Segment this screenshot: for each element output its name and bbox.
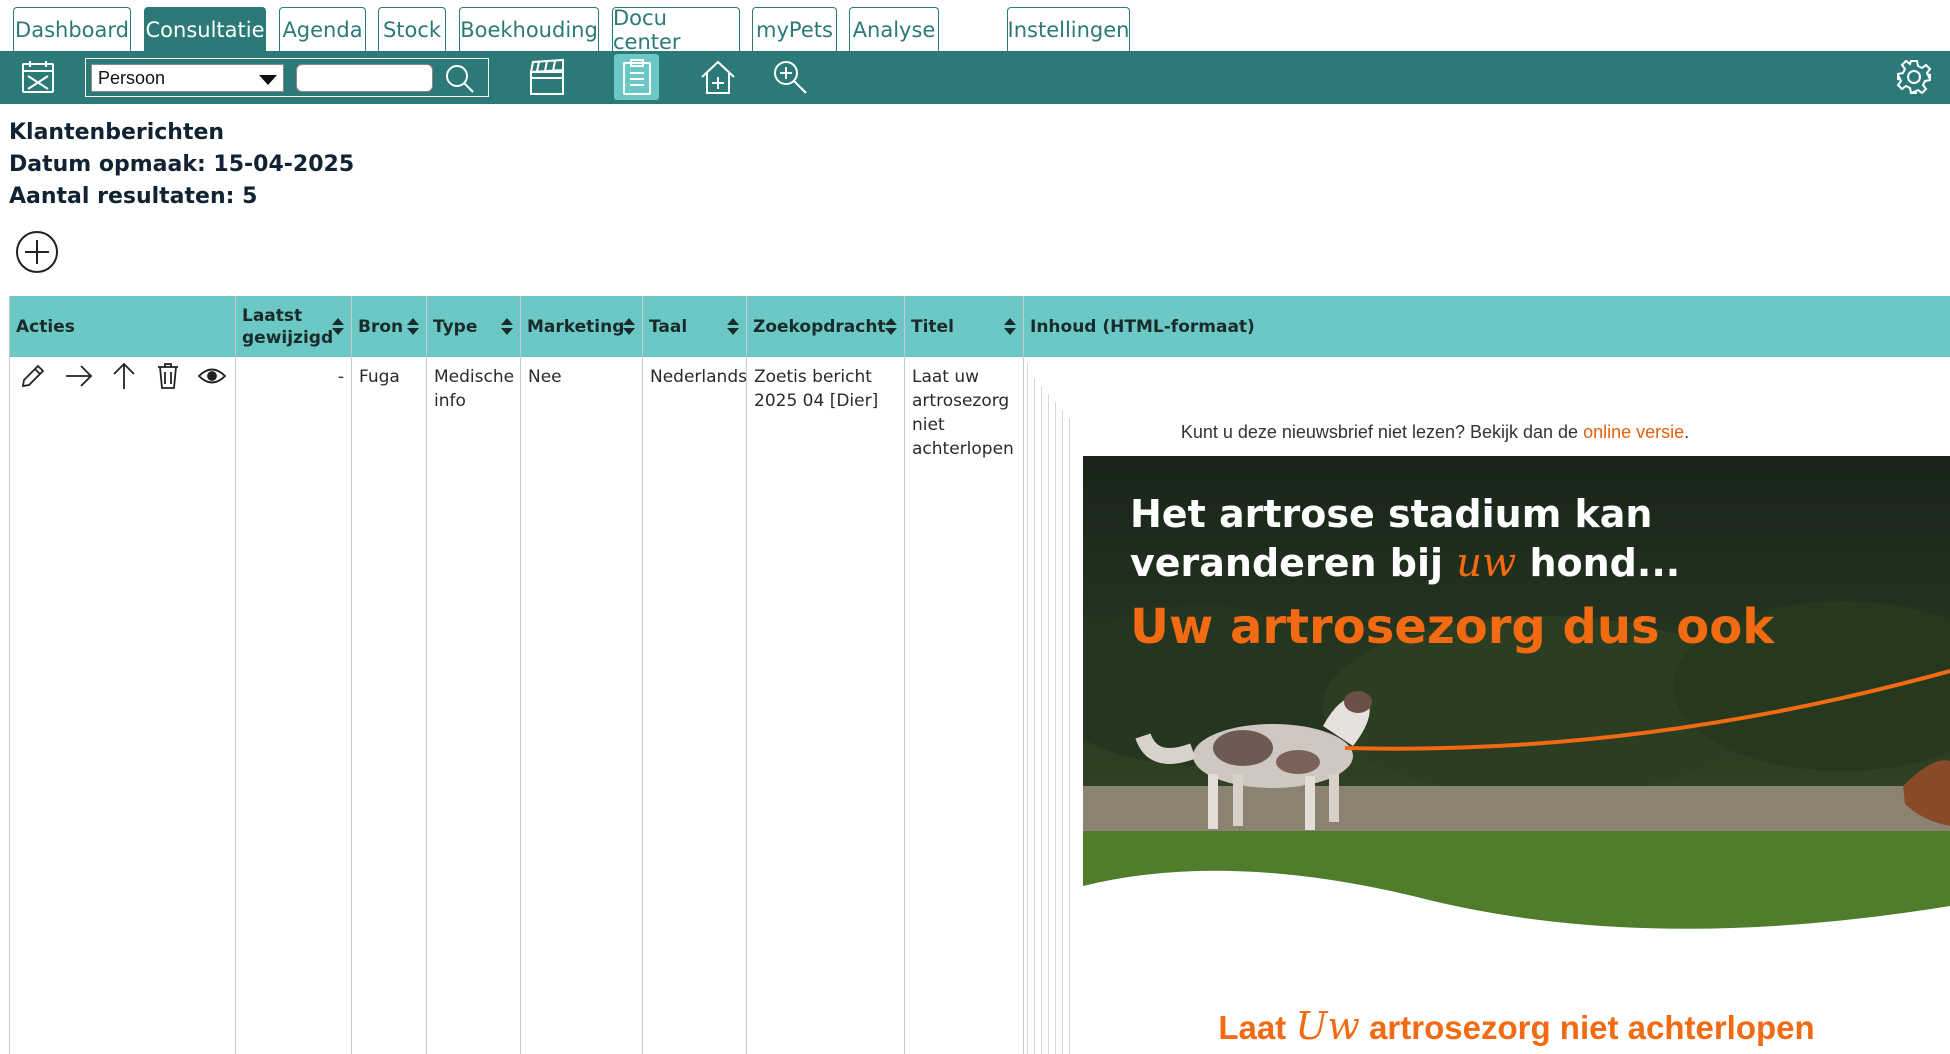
sort-icon[interactable] (501, 318, 513, 336)
gear-icon[interactable] (1894, 57, 1934, 97)
frame-edge (1041, 386, 1042, 1054)
tab-boekhouding[interactable]: Boekhouding (459, 7, 599, 51)
hero-line-2-post: hond... (1529, 541, 1681, 585)
hero-line-2-pre: veranderen bij (1130, 541, 1443, 585)
header-marketing[interactable]: Marketing (521, 296, 643, 357)
frame-edge (1048, 394, 1049, 1054)
headline-post: artrosezorg niet achterlopen (1369, 1009, 1815, 1046)
header-label: Zoekopdracht (753, 316, 886, 337)
header-label: Acties (16, 316, 75, 337)
header-label: Bron (358, 316, 404, 337)
toolbar: Persoon (0, 51, 1950, 104)
header-label: Titel (911, 316, 954, 337)
sort-icon[interactable] (332, 318, 344, 336)
hero-line-1: Het artrose stadium kan (1130, 492, 1653, 536)
add-circle-icon[interactable] (14, 229, 60, 275)
cell-marketing: Nee (528, 367, 562, 387)
tab-instellingen[interactable]: Instellingen (1007, 7, 1130, 51)
tab-mypets[interactable]: myPets (752, 7, 837, 51)
header-label: Inhoud (HTML-formaat) (1030, 316, 1255, 337)
search-group: Persoon (85, 58, 489, 97)
search-input[interactable] (296, 64, 433, 92)
cell-type: Medische info (434, 367, 515, 411)
zoom-in-icon[interactable] (770, 56, 810, 98)
newsletter-hero-image: Het artrose stadium kan veranderen bij u… (1083, 456, 1950, 953)
column-marketing (521, 296, 643, 1054)
header-acties: Acties (10, 296, 236, 357)
header-label: Marketing (527, 316, 625, 337)
sort-icon[interactable] (1004, 318, 1016, 336)
tab-agenda[interactable]: Agenda (279, 7, 366, 51)
cell-last-modified: - (337, 367, 344, 387)
header-type[interactable]: Type (427, 296, 521, 357)
frame-edge (1055, 402, 1056, 1054)
column-taal (643, 296, 747, 1054)
report-count: Aantal resultaten: 5 (9, 184, 258, 209)
search-type-value: Persoon (98, 67, 166, 88)
tab-stock[interactable]: Stock (378, 7, 446, 51)
calendar-icon[interactable] (18, 57, 58, 97)
edit-icon[interactable] (18, 360, 48, 392)
tab-dashboard[interactable]: Dashboard (13, 7, 131, 51)
frame-edge (1034, 378, 1035, 1054)
frame-edge (1069, 418, 1070, 1054)
hero-line-3: Uw artrosezorg dus ook (1130, 599, 1775, 655)
header-inhoud: Inhoud (HTML-formaat) (1024, 296, 1424, 357)
report-date: Datum opmaak: 15-04-2025 (9, 152, 355, 177)
hero-line-2: veranderen bij uw hond... (1130, 540, 1680, 586)
tab-consultatie[interactable]: Consultatie (144, 7, 266, 51)
clipboard-icon[interactable] (618, 57, 656, 97)
header-taal[interactable]: Taal (643, 296, 747, 357)
sort-icon[interactable] (407, 318, 419, 336)
trash-icon[interactable] (153, 360, 183, 392)
cell-query: Zoetis bericht 2025 04 [Dier] (754, 367, 879, 411)
sort-icon[interactable] (623, 318, 635, 336)
arrow-up-icon[interactable] (109, 360, 139, 392)
search-icon[interactable] (443, 62, 477, 96)
chevron-down-icon (259, 75, 277, 85)
header-bron[interactable]: Bron (352, 296, 427, 357)
header-zoekopdracht[interactable]: Zoekopdracht (747, 296, 905, 357)
notice-suffix: . (1684, 422, 1690, 442)
tab-docu-center[interactable]: Docu center (612, 6, 740, 54)
arrow-right-icon[interactable] (63, 360, 95, 392)
home-add-icon[interactable] (697, 55, 739, 99)
eye-icon[interactable] (196, 360, 228, 392)
frame-edge (1027, 363, 1028, 1054)
cell-source: Fuga (359, 367, 400, 387)
header-label: Laatst gewijzigd (242, 305, 334, 348)
main-tab-bar: Dashboard Consultatie Agenda Stock Boekh… (0, 0, 1950, 54)
column-bron (352, 296, 427, 1054)
newsletter-headline: Laat Uw artrosezorg niet achterlopen (1083, 1004, 1950, 1048)
column-laatst-gewijzigd (236, 296, 352, 1054)
online-version-link[interactable]: online versie (1583, 422, 1684, 442)
header-laatst-gewijzigd[interactable]: Laatst gewijzigd (236, 296, 352, 357)
headline-pre: Laat (1218, 1009, 1287, 1046)
report-title: Klantenberichten (9, 120, 225, 145)
notice-text: Kunt u deze nieuwsbrief niet lezen? Beki… (1180, 422, 1579, 442)
newsletter-notice: Kunt u deze nieuwsbrief niet lezen? Beki… (1085, 422, 1785, 443)
hero-line-2-script: uw (1456, 540, 1517, 586)
column-acties (10, 296, 236, 1054)
tab-analyse[interactable]: Analyse (849, 7, 939, 51)
headline-script: Uw (1295, 1004, 1360, 1048)
header-label: Taal (649, 316, 688, 337)
search-type-select[interactable]: Persoon (91, 64, 284, 92)
frame-edge (1062, 410, 1063, 1054)
header-titel[interactable]: Titel (905, 296, 1024, 357)
cell-title[interactable]: Laat uw artrosezorg niet achterlopen (905, 365, 1015, 461)
cell-language: Nederlands (650, 367, 747, 387)
sort-icon[interactable] (727, 318, 739, 336)
clapperboard-icon[interactable] (525, 55, 569, 99)
header-label: Type (433, 316, 478, 337)
sort-icon[interactable] (885, 318, 897, 336)
